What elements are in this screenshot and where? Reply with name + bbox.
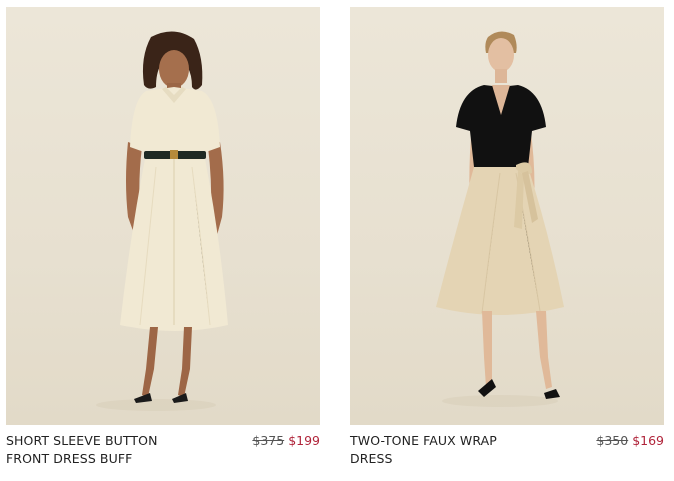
product-price-2: $350 $169: [596, 432, 664, 450]
product-name-1-line2: FRONT DRESS BUFF: [6, 451, 133, 466]
product-name-2[interactable]: TWO-TONE FAUX WRAP DRESS: [350, 432, 540, 468]
product-image-2[interactable]: [350, 7, 664, 425]
sale-price-2: $169: [632, 433, 664, 448]
product-name-1[interactable]: SHORT SLEEVE BUTTON FRONT DRESS BUFF: [6, 432, 196, 468]
product-price-1: $375 $199: [252, 432, 320, 450]
product-image-1[interactable]: [6, 7, 320, 425]
model-photo-2: [436, 31, 564, 407]
product-name-2-line2: DRESS: [350, 451, 393, 466]
product-name-2-line1: TWO-TONE FAUX WRAP: [350, 433, 497, 448]
original-price-2: $350: [596, 433, 629, 448]
original-price-1: $375: [252, 433, 285, 448]
product-card-1[interactable]: SHORT SLEEVE BUTTON FRONT DRESS BUFF $37…: [6, 7, 322, 472]
sale-price-1: $199: [288, 433, 320, 448]
product-card-2[interactable]: TWO-TONE FAUX WRAP DRESS $350 $169: [350, 7, 666, 472]
model-photo-1: [96, 31, 228, 411]
product-name-1-line1: SHORT SLEEVE BUTTON: [6, 433, 158, 448]
